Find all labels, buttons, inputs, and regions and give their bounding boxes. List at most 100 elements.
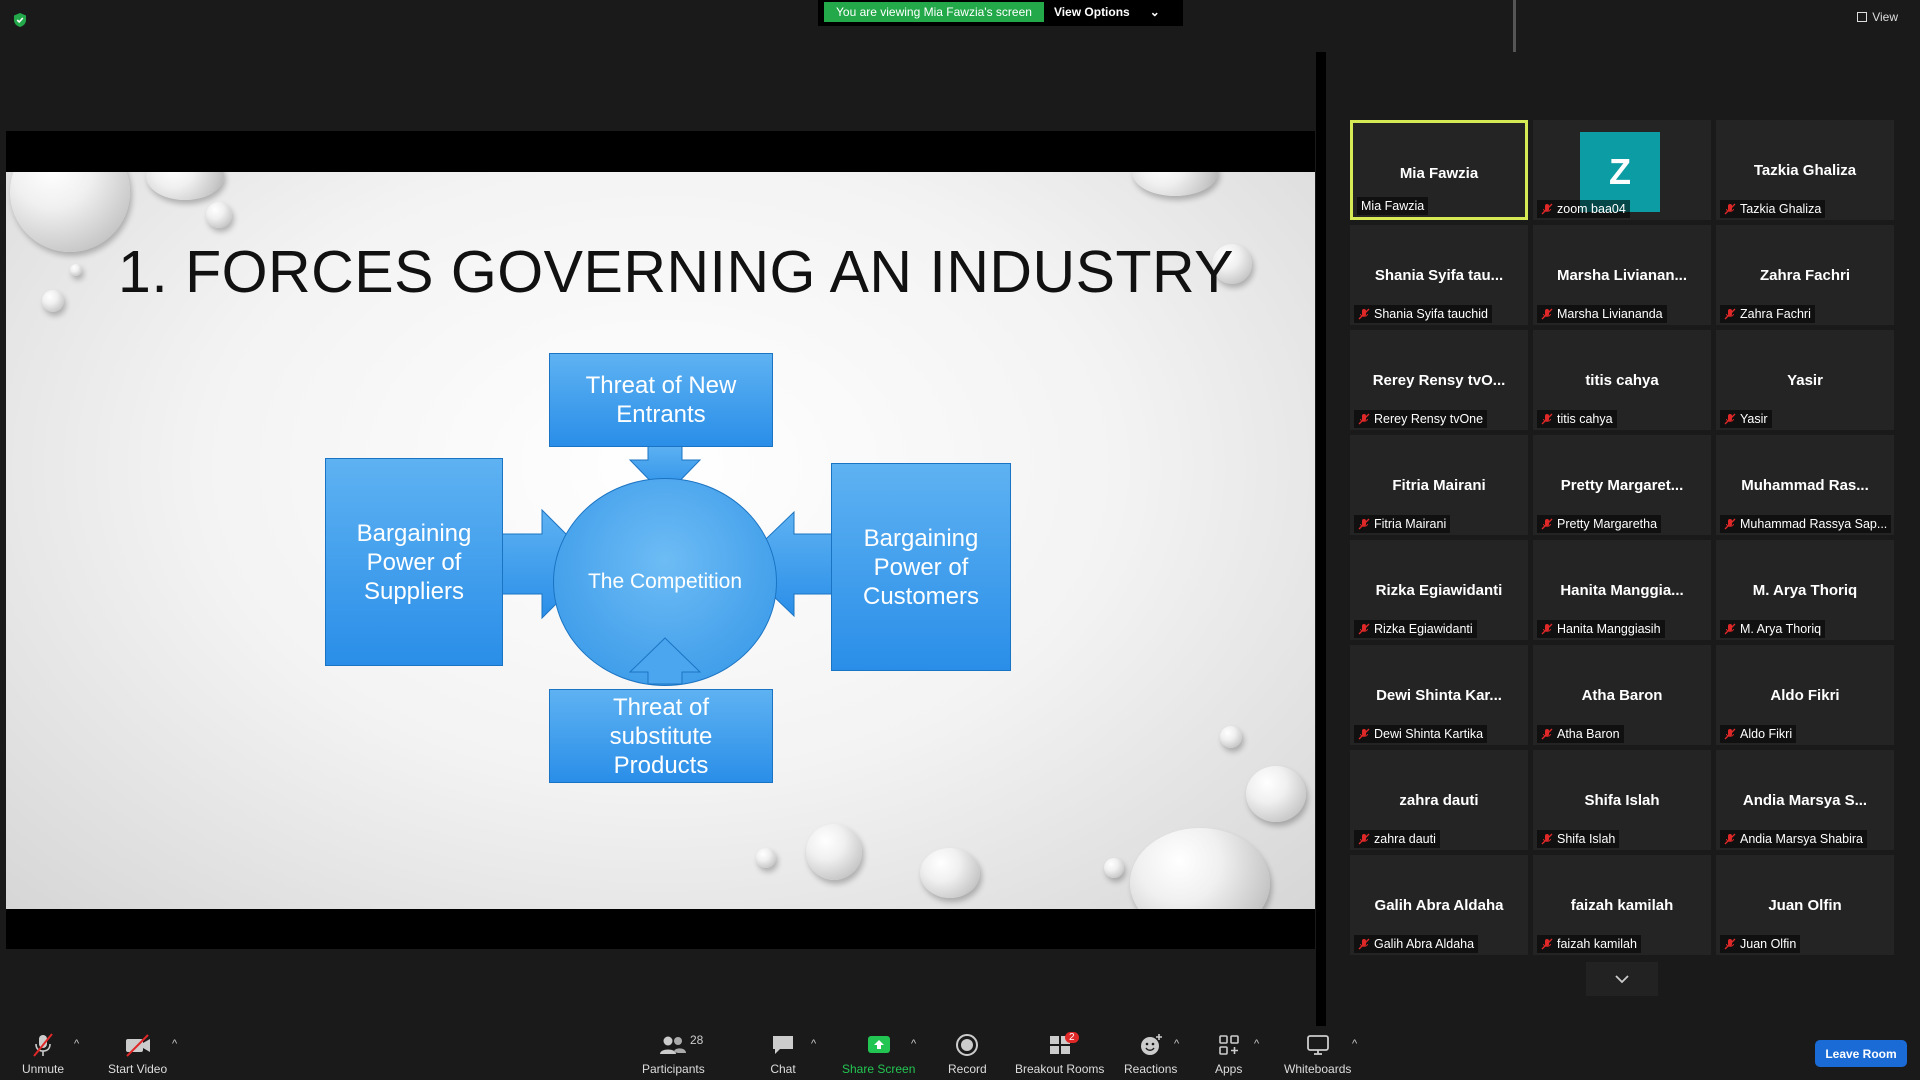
participant-tile[interactable]: faizah kamilah faizah kamilah xyxy=(1533,855,1711,955)
participant-name-label: Juan Olfin xyxy=(1720,935,1801,953)
view-button[interactable]: View xyxy=(1857,10,1898,24)
diagram-arrow-bottom xyxy=(628,637,702,685)
participant-tile[interactable]: Juan Olfin Juan Olfin xyxy=(1716,855,1894,955)
share-options-caret[interactable]: ^ xyxy=(911,1038,916,1050)
participant-tile[interactable]: titis cahya titis cahya xyxy=(1533,330,1711,430)
whiteboards-label: Whiteboards xyxy=(1284,1062,1352,1076)
customer-power-box: Bargaining Power of Customers xyxy=(831,463,1011,671)
muted-mic-icon xyxy=(1358,623,1370,635)
participant-name-label: Hanita Manggiasih xyxy=(1537,620,1665,638)
panel-resize-handle[interactable] xyxy=(1513,0,1516,52)
breakout-rooms-button[interactable]: Breakout Rooms xyxy=(1015,1032,1104,1076)
participant-tile[interactable]: Yasir Yasir xyxy=(1716,330,1894,430)
whiteboards-options-caret[interactable]: ^ xyxy=(1352,1038,1357,1050)
participant-display-name: Rerey Rensy tvO... xyxy=(1372,372,1506,389)
participant-name-label: Pretty Margaretha xyxy=(1537,515,1662,533)
participant-gallery: Mia Fawzia Mia Fawzia Zzoom baa04 Tazkia Gh… xyxy=(1350,120,1894,955)
muted-mic-icon xyxy=(1541,938,1553,950)
participant-tile[interactable]: Zzoom baa04 xyxy=(1533,120,1711,220)
participant-tile[interactable]: M. Arya Thoriq M. Arya Thoriq xyxy=(1716,540,1894,640)
gallery-next-page-button[interactable] xyxy=(1586,962,1658,996)
participant-tile[interactable]: Zahra Fachri Zahra Fachri xyxy=(1716,225,1894,325)
participant-label-text: zahra dauti xyxy=(1374,832,1436,846)
participant-tile[interactable]: Marsha Livianan... Marsha Liviananda xyxy=(1533,225,1711,325)
shared-screen: 1. FORCES GOVERNING AN INDUSTRY The Comp… xyxy=(6,131,1315,949)
participant-label-text: Pretty Margaretha xyxy=(1557,517,1658,531)
muted-mic-icon xyxy=(1724,518,1736,530)
participant-label-text: Muhammad Rassya Sap... xyxy=(1740,517,1888,531)
view-options-button[interactable]: View Options ⌄ xyxy=(1044,2,1170,22)
participant-name-label: M. Arya Thoriq xyxy=(1720,620,1826,638)
participant-display-name: Fitria Mairani xyxy=(1392,477,1486,494)
meeting-toolbar: Unmute ^ Start Video ^ Participants 28 C… xyxy=(0,1026,1920,1080)
start-video-button[interactable]: Start Video xyxy=(108,1032,167,1076)
security-shield-icon[interactable] xyxy=(12,12,28,28)
record-icon xyxy=(956,1034,979,1056)
participant-label-text: Atha Baron xyxy=(1557,727,1620,741)
participant-label-text: zoom baa04 xyxy=(1557,202,1626,216)
share-screen-button[interactable]: Share Screen xyxy=(842,1032,915,1076)
start-video-label: Start Video xyxy=(108,1062,168,1076)
chevron-down-icon: ⌄ xyxy=(1149,5,1160,19)
participant-name-label: Andia Marsya Shabira xyxy=(1720,830,1867,848)
unmute-label: Unmute xyxy=(22,1062,65,1076)
muted-mic-icon xyxy=(1541,623,1553,635)
participant-display-name: M. Arya Thoriq xyxy=(1752,582,1858,599)
participant-tile[interactable]: Fitria Mairani Fitria Mairani xyxy=(1350,435,1528,535)
participant-tile[interactable]: Mia Fawzia Mia Fawzia xyxy=(1350,120,1528,220)
participant-display-name: Hanita Manggia... xyxy=(1560,582,1684,599)
share-screen-icon xyxy=(867,1036,890,1053)
participant-label-text: Shifa Islah xyxy=(1557,832,1616,846)
participant-tile[interactable]: Dewi Shinta Kar... Dewi Shinta Kartika xyxy=(1350,645,1528,745)
participant-name-label: Tazkia Ghaliza xyxy=(1720,200,1826,218)
participant-label-text: Yasir xyxy=(1740,412,1768,426)
participant-display-name: Yasir xyxy=(1787,372,1823,389)
muted-mic-icon xyxy=(1724,623,1736,635)
chat-options-caret[interactable]: ^ xyxy=(811,1038,816,1050)
participant-display-name: Dewi Shinta Kar... xyxy=(1376,687,1502,704)
participant-label-text: M. Arya Thoriq xyxy=(1740,622,1822,636)
audio-options-caret[interactable]: ^ xyxy=(74,1038,79,1050)
chat-button[interactable]: Chat xyxy=(770,1032,796,1076)
reactions-options-caret[interactable]: ^ xyxy=(1174,1038,1179,1050)
participant-tile[interactable]: Galih Abra Aldaha Galih Abra Aldaha xyxy=(1350,855,1528,955)
participants-count: 28 xyxy=(690,1033,704,1047)
leave-room-button[interactable]: Leave Room xyxy=(1815,1040,1907,1067)
participant-display-name: Atha Baron xyxy=(1581,687,1663,704)
record-button[interactable]: Record xyxy=(948,1032,987,1076)
video-options-caret[interactable]: ^ xyxy=(172,1038,177,1050)
muted-mic-icon xyxy=(1358,833,1370,845)
whiteboards-button[interactable]: Whiteboards xyxy=(1284,1032,1351,1076)
participant-display-name: Pretty Margaret... xyxy=(1560,477,1684,494)
participant-name-label: Aldo Fikri xyxy=(1720,725,1797,743)
muted-mic-icon xyxy=(1541,413,1553,425)
participant-tile[interactable]: Andia Marsya S... Andia Marsya Shabira xyxy=(1716,750,1894,850)
participant-tile[interactable]: Pretty Margaret... Pretty Margaretha xyxy=(1533,435,1711,535)
participant-tile[interactable]: Aldo Fikri Aldo Fikri xyxy=(1716,645,1894,745)
participant-tile[interactable]: zahra dauti zahra dauti xyxy=(1350,750,1528,850)
muted-mic-icon xyxy=(1724,308,1736,320)
participant-tile[interactable]: Rizka Egiawidanti Rizka Egiawidanti xyxy=(1350,540,1528,640)
participant-tile[interactable]: Hanita Manggia... Hanita Manggiasih xyxy=(1533,540,1711,640)
participant-tile[interactable]: Atha Baron Atha Baron xyxy=(1533,645,1711,745)
muted-mic-icon xyxy=(1358,518,1370,530)
participant-tile[interactable]: Tazkia Ghaliza Tazkia Ghaliza xyxy=(1716,120,1894,220)
unmute-button[interactable]: Unmute xyxy=(22,1032,64,1076)
participant-tile[interactable]: Shania Syifa tau... Shania Syifa tauchid xyxy=(1350,225,1528,325)
apps-options-caret[interactable]: ^ xyxy=(1254,1038,1259,1050)
muted-mic-icon xyxy=(1541,728,1553,740)
participant-display-name: Tazkia Ghaliza xyxy=(1753,162,1857,179)
participant-display-name: Shifa Islah xyxy=(1584,792,1660,809)
participant-label-text: Mia Fawzia xyxy=(1361,199,1425,213)
reactions-button[interactable]: Reactions xyxy=(1124,1032,1177,1076)
participant-label-text: Aldo Fikri xyxy=(1740,727,1793,741)
gallery-splitter[interactable] xyxy=(1316,52,1326,1026)
participant-tile[interactable]: Muhammad Ras... Muhammad Rassya Sap... xyxy=(1716,435,1894,535)
participant-name-label: Shifa Islah xyxy=(1537,830,1620,848)
participant-label-text: faizah kamilah xyxy=(1557,937,1637,951)
threat-new-entrants-box: Threat of New Entrants xyxy=(549,353,773,447)
participant-tile[interactable]: Shifa Islah Shifa Islah xyxy=(1533,750,1711,850)
apps-button[interactable]: Apps xyxy=(1215,1032,1242,1076)
participant-tile[interactable]: Rerey Rensy tvO... Rerey Rensy tvOne xyxy=(1350,330,1528,430)
participant-name-label: faizah kamilah xyxy=(1537,935,1641,953)
